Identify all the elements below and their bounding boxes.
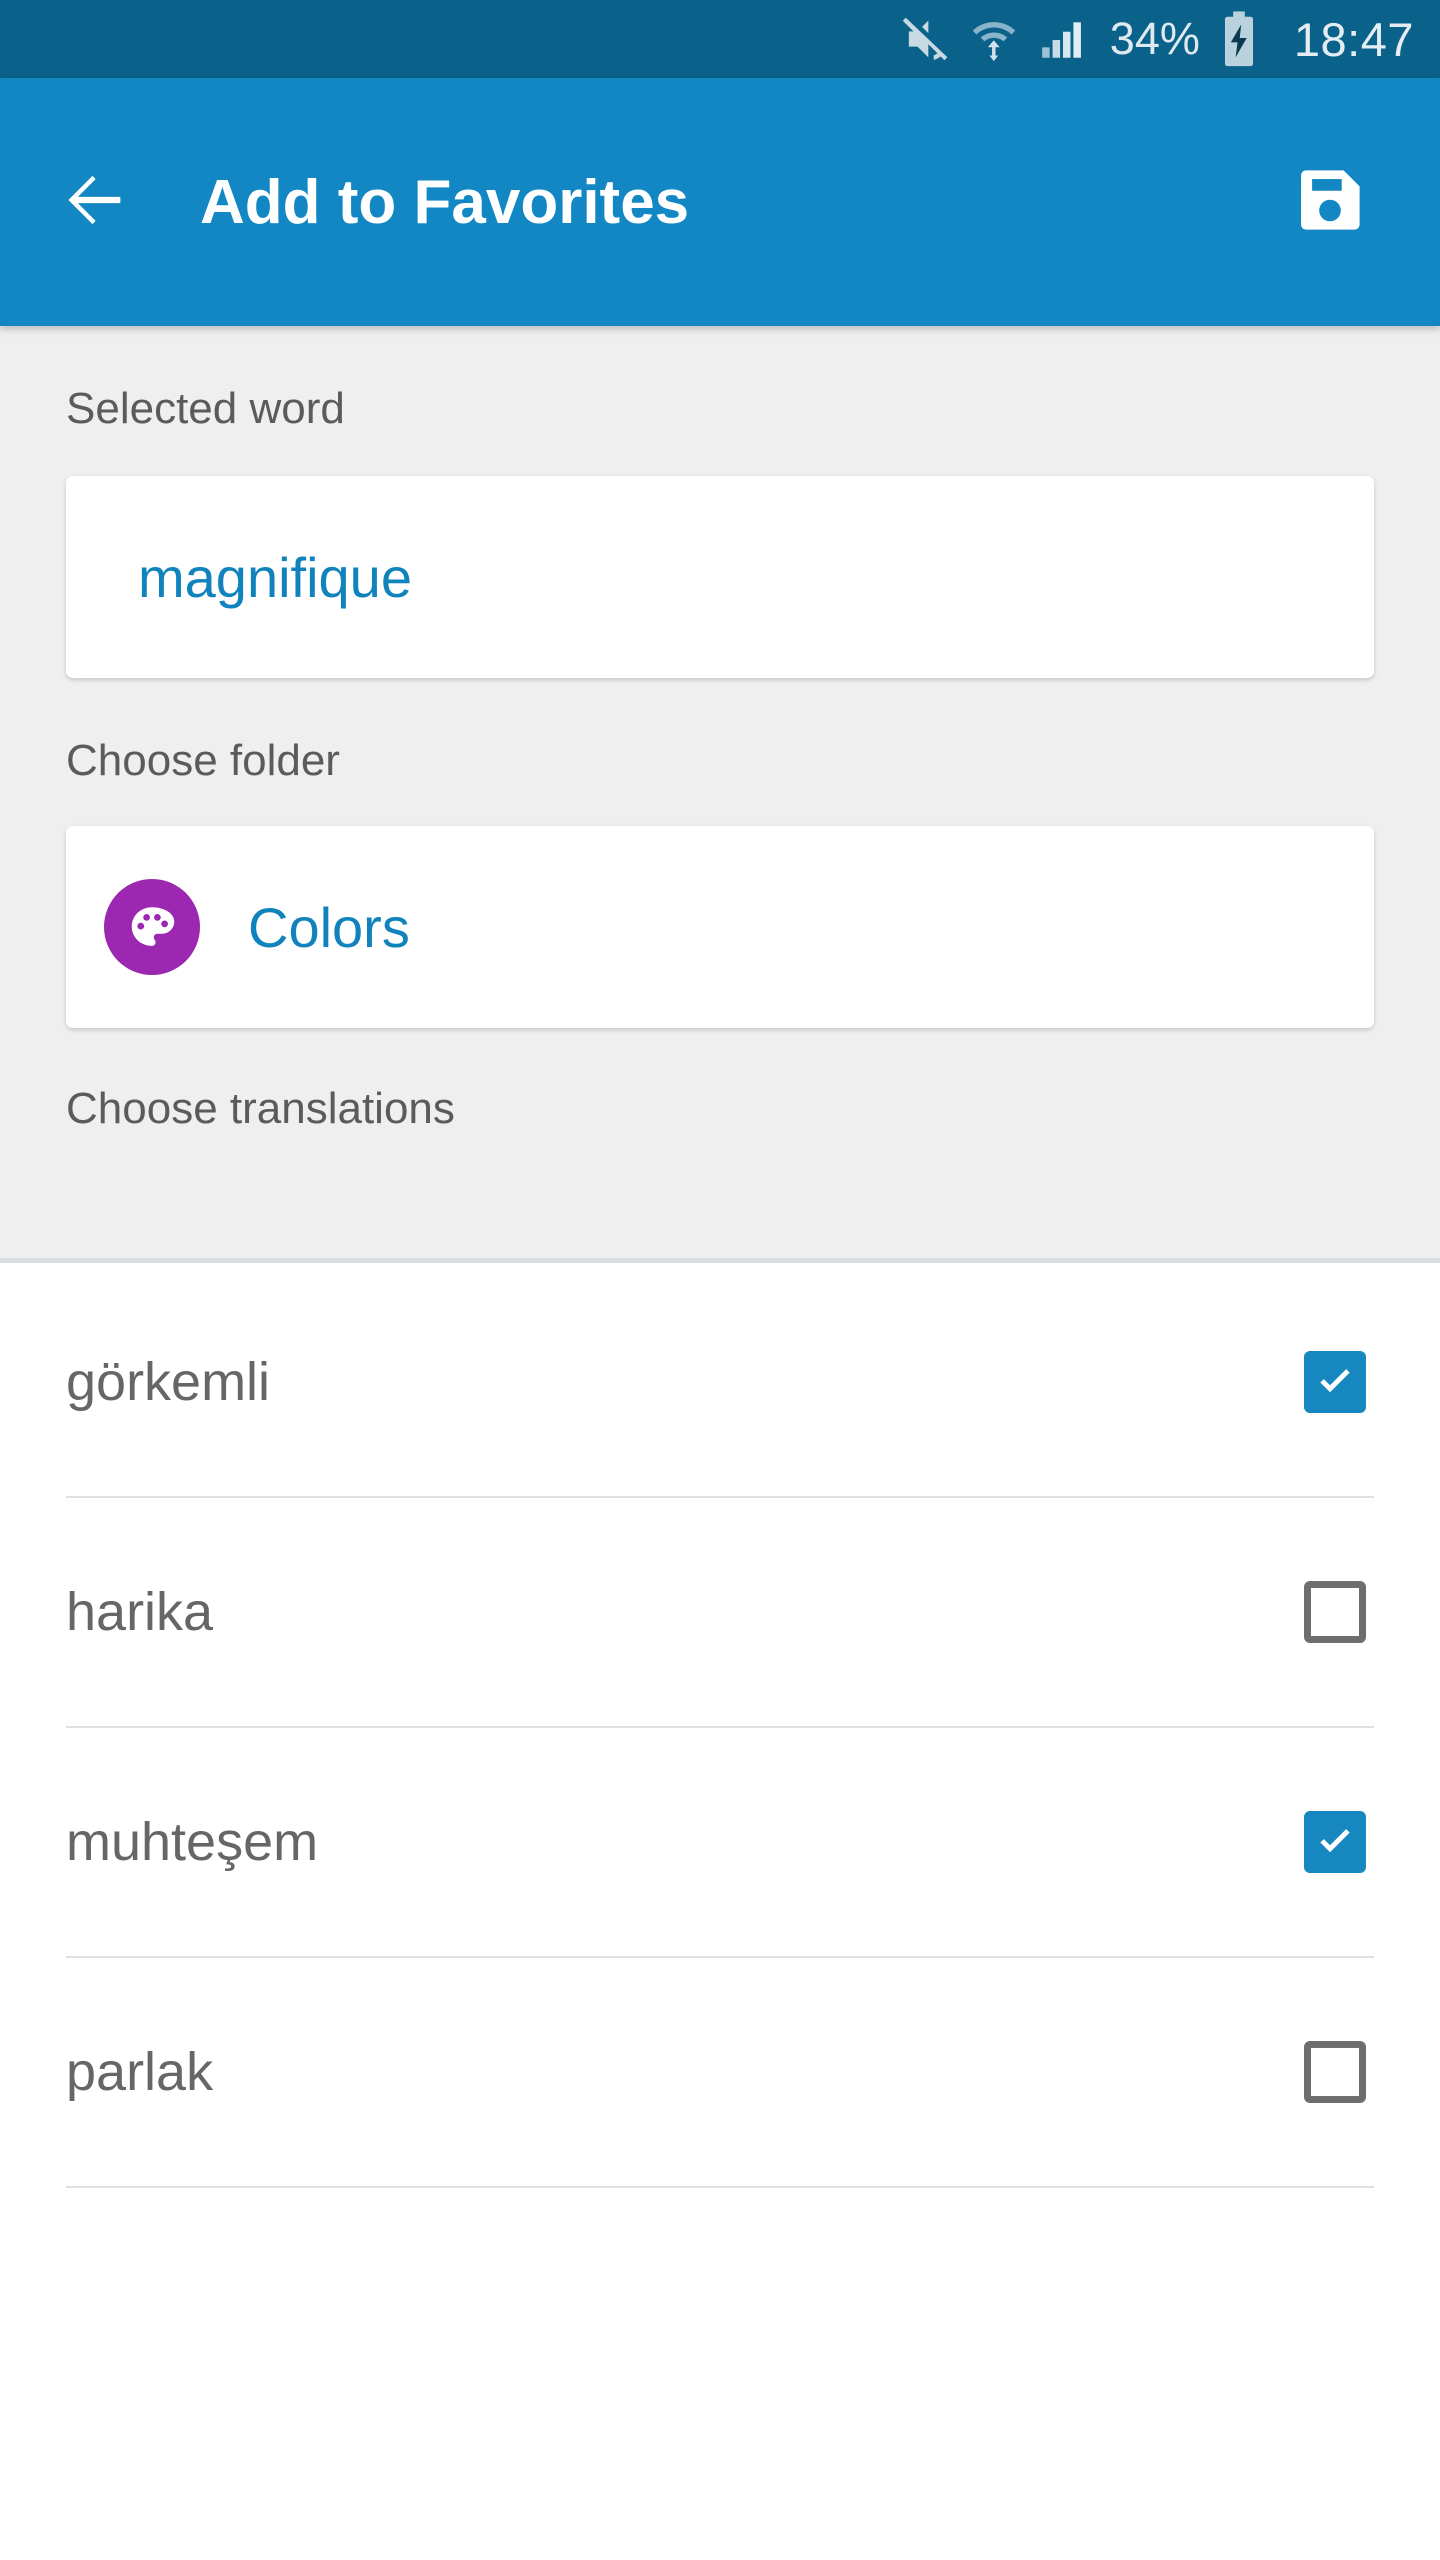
form-section: Selected word magnifique Choose folder C… xyxy=(0,326,1440,1263)
translations-list: görkemli harika muhteşem parlak xyxy=(0,1268,1440,2188)
page-title: Add to Favorites xyxy=(200,167,690,237)
translation-row[interactable]: muhteşem xyxy=(0,1728,1440,1956)
choose-folder-field[interactable]: Colors xyxy=(66,826,1374,1028)
selected-word-value: magnifique xyxy=(138,545,412,609)
signal-icon xyxy=(1038,14,1088,64)
checkbox-unchecked-icon[interactable] xyxy=(1304,2041,1366,2103)
translation-label: harika xyxy=(66,1582,214,1642)
translation-label: parlak xyxy=(66,2042,214,2102)
floppy-disk-save-icon xyxy=(1293,163,1367,242)
save-button[interactable] xyxy=(1286,158,1374,246)
selected-word-field[interactable]: magnifique xyxy=(66,476,1374,678)
status-bar: 34% 18:47 xyxy=(0,0,1440,78)
translation-row[interactable]: görkemli xyxy=(0,1268,1440,1496)
app-screen: 34% 18:47 Add to Favorites Selected word… xyxy=(0,0,1440,2560)
list-divider xyxy=(66,2186,1374,2188)
translation-label: muhteşem xyxy=(66,1812,319,1872)
checkbox-checked-icon[interactable] xyxy=(1304,1811,1366,1873)
checkbox-checked-icon[interactable] xyxy=(1304,1351,1366,1413)
translation-row[interactable]: harika xyxy=(0,1498,1440,1726)
checkbox-unchecked-icon[interactable] xyxy=(1304,1581,1366,1643)
battery-percent-text: 34% xyxy=(1109,13,1200,64)
choose-translations-label: Choose translations xyxy=(66,1084,455,1133)
arrow-left-icon xyxy=(57,162,133,243)
wifi-icon xyxy=(968,13,1020,65)
choose-folder-label: Choose folder xyxy=(66,736,340,785)
translation-row[interactable]: parlak xyxy=(0,1958,1440,2186)
app-bar: Add to Favorites xyxy=(0,78,1440,326)
clock-text: 18:47 xyxy=(1293,12,1414,66)
selected-word-label: Selected word xyxy=(66,384,345,433)
mute-icon xyxy=(898,13,950,65)
back-button[interactable] xyxy=(56,163,134,241)
battery-charging-icon xyxy=(1216,10,1262,68)
palette-icon xyxy=(104,879,200,975)
translation-label: görkemli xyxy=(66,1352,271,1412)
folder-name-value: Colors xyxy=(248,895,410,959)
status-bar-icons: 34% 18:47 xyxy=(898,10,1414,68)
